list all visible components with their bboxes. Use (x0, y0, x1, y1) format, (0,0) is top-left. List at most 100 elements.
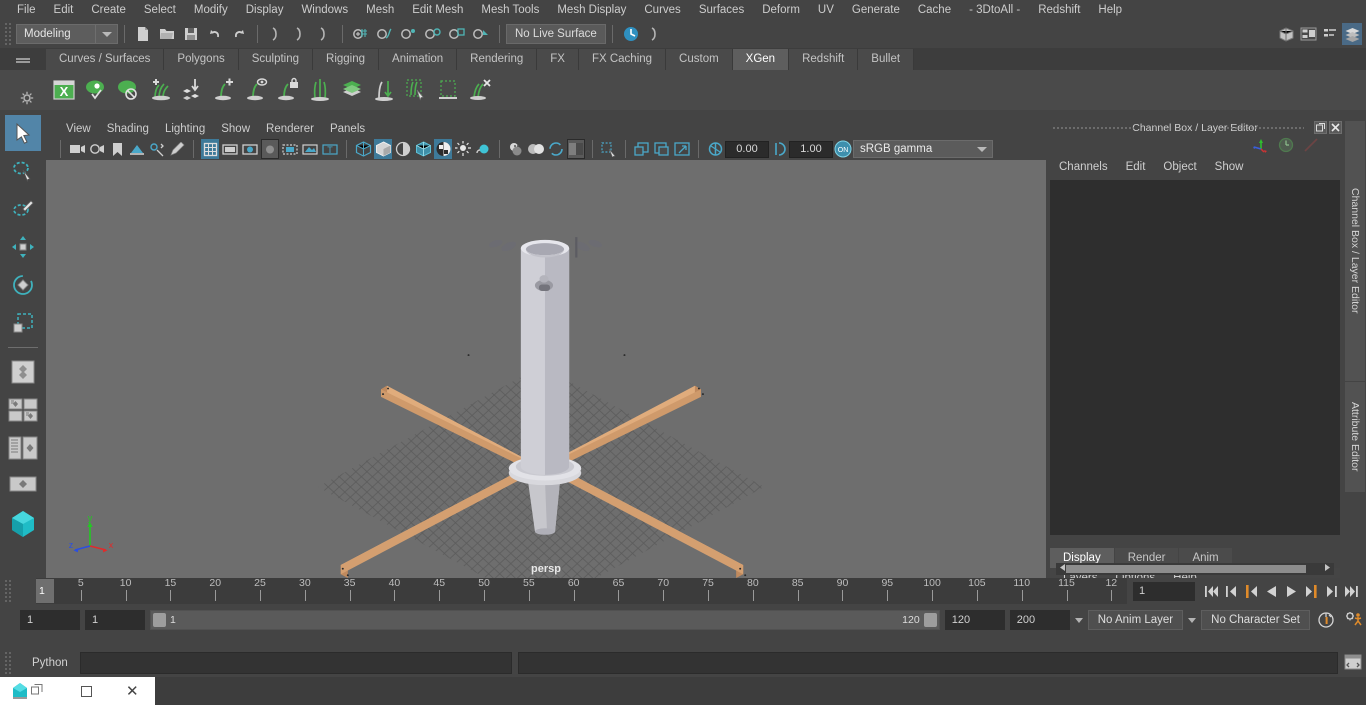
go-to-end-icon[interactable] (1343, 581, 1360, 601)
scroll-right-arrow-icon[interactable] (1323, 563, 1332, 575)
step-forward-key-icon[interactable] (1323, 581, 1340, 601)
xgen-select-guides-icon[interactable] (400, 73, 432, 107)
film-gate-icon[interactable] (221, 139, 239, 159)
redo-icon[interactable] (228, 23, 250, 45)
anim-end-field[interactable]: 200 (1009, 610, 1070, 630)
xgen-mirror-icon[interactable] (304, 73, 336, 107)
xgen-disable-icon[interactable] (112, 73, 144, 107)
shelf-tab-sculpting[interactable]: Sculpting (238, 49, 314, 70)
open-script-editor-icon[interactable] (1344, 653, 1362, 674)
shadows-icon[interactable] (507, 139, 525, 159)
snap-to-view-plane-icon[interactable] (446, 23, 468, 45)
shelf-tab-redshift[interactable]: Redshift (789, 49, 859, 70)
menu-redshift[interactable]: Redshift (1029, 0, 1089, 20)
channel-box-menu-show[interactable]: Show (1206, 161, 1253, 173)
persp-outliner-layout[interactable] (5, 392, 41, 428)
save-scene-icon[interactable] (180, 23, 202, 45)
snap-to-projected-center-icon[interactable] (422, 23, 444, 45)
menu-select[interactable]: Select (135, 0, 185, 20)
isolate-select-icon[interactable] (600, 139, 618, 159)
play-backwards-icon[interactable] (1263, 581, 1280, 601)
channel-box-menu-channels[interactable]: Channels (1050, 161, 1117, 173)
selection-mask-object-icon[interactable] (289, 23, 311, 45)
channel-box-menu-object[interactable]: Object (1154, 161, 1205, 173)
panel-grip-right[interactable] (1222, 126, 1304, 131)
paint-select-tool[interactable] (5, 191, 41, 227)
vtab-attribute-editor[interactable]: Attribute Editor (1345, 382, 1365, 492)
current-frame-field[interactable]: 1 (1133, 581, 1195, 601)
shelf-tab-rigging[interactable]: Rigging (313, 49, 380, 70)
shelf-collapse-handle[interactable] (14, 56, 32, 66)
camera-settings-icon[interactable] (88, 139, 106, 159)
ambient-occlusion-icon[interactable] (527, 139, 545, 159)
taskbar-window-button[interactable]: ✕ (0, 677, 155, 705)
clock-icon[interactable] (1278, 137, 1294, 156)
undo-icon[interactable] (204, 23, 226, 45)
playback-end-field[interactable]: 120 (944, 610, 1005, 630)
lasso-select-tool[interactable] (5, 153, 41, 189)
panel-copy-icon[interactable] (653, 139, 671, 159)
viewport-background-icon[interactable] (567, 139, 585, 159)
selection-mask-hierarchy-icon[interactable] (265, 23, 287, 45)
viewport-menu-renderer[interactable]: Renderer (258, 123, 322, 135)
new-scene-icon[interactable] (132, 23, 154, 45)
scale-tool[interactable] (5, 305, 41, 341)
shelf-tab-polygons[interactable]: Polygons (164, 49, 239, 70)
anim-start-field[interactable]: 1 (85, 610, 145, 630)
viewport-3d-canvas[interactable]: y x z persp (46, 160, 1046, 578)
single-persp-layout[interactable] (5, 468, 41, 504)
live-surface-field[interactable]: No Live Surface (506, 24, 606, 44)
channel-box-content[interactable] (1050, 180, 1340, 535)
scrollbar-thumb[interactable] (1066, 565, 1306, 573)
vtab-channel-box-layer-editor[interactable]: Channel Box / Layer Editor (1345, 121, 1365, 381)
menu-mesh-tools[interactable]: Mesh Tools (472, 0, 548, 20)
shelf-tab-xgen[interactable]: XGen (732, 49, 790, 70)
show-hide-tool-settings-icon[interactable] (1320, 23, 1340, 45)
menu-set-selector[interactable]: Modeling (16, 24, 118, 44)
gate-mask-icon[interactable] (261, 139, 279, 159)
xgen-export-icon[interactable] (176, 73, 208, 107)
command-response-field[interactable] (518, 652, 1338, 674)
animation-preferences-icon[interactable] (1342, 611, 1366, 629)
snap-to-grid-icon[interactable] (350, 23, 372, 45)
xgen-preview-description-icon[interactable] (240, 73, 272, 107)
selection-mask-component-icon[interactable] (313, 23, 335, 45)
shaded-wireframe-icon[interactable] (394, 139, 412, 159)
undock-panel-icon[interactable] (1314, 121, 1327, 134)
command-line-grip[interactable] (4, 651, 13, 675)
show-hide-channel-box-icon[interactable] (1342, 23, 1362, 45)
four-view-layout[interactable] (5, 354, 41, 390)
resolution-gate-icon[interactable] (241, 139, 259, 159)
xgen-window-icon[interactable]: X (48, 73, 80, 107)
status-line-grip[interactable] (4, 22, 13, 46)
menu-edit-mesh[interactable]: Edit Mesh (403, 0, 472, 20)
close-icon[interactable]: ✕ (126, 684, 139, 699)
gamma-field[interactable]: 1.00 (789, 140, 833, 158)
go-to-start-icon[interactable] (1203, 581, 1220, 601)
construction-history-icon[interactable] (620, 23, 642, 45)
command-input[interactable] (80, 652, 512, 674)
menu-edit[interactable]: Edit (45, 0, 83, 20)
menu-surfaces[interactable]: Surfaces (690, 0, 753, 20)
xgen-add-groom-icon[interactable] (144, 73, 176, 107)
channel-box-menu-edit[interactable]: Edit (1117, 161, 1155, 173)
menu-cache[interactable]: Cache (909, 0, 960, 20)
snap-to-uv-icon[interactable] (470, 23, 492, 45)
shelf-tab-animation[interactable]: Animation (379, 49, 458, 70)
character-set-selector[interactable]: No Character Set (1201, 610, 1310, 630)
menu-display[interactable]: Display (237, 0, 293, 20)
menu-modify[interactable]: Modify (185, 0, 237, 20)
color-management-toggle-icon[interactable]: ON (834, 139, 852, 159)
gamma-icon[interactable] (770, 139, 788, 159)
viewport-menu-shading[interactable]: Shading (99, 123, 157, 135)
texture-shading-icon[interactable] (414, 139, 432, 159)
viewport-menu-panels[interactable]: Panels (322, 123, 373, 135)
xgen-region-icon[interactable] (432, 73, 464, 107)
xgen-preview-icon[interactable] (80, 73, 112, 107)
show-hide-modeling-toolkit-icon[interactable] (1276, 23, 1296, 45)
smooth-shading-icon[interactable] (374, 139, 392, 159)
layer-list-horizontal-scrollbar[interactable] (1056, 563, 1334, 575)
color-management-selector[interactable]: sRGB gamma (853, 140, 993, 158)
text-overlay-icon[interactable]: T (321, 139, 339, 159)
exposure-icon[interactable] (706, 139, 724, 159)
